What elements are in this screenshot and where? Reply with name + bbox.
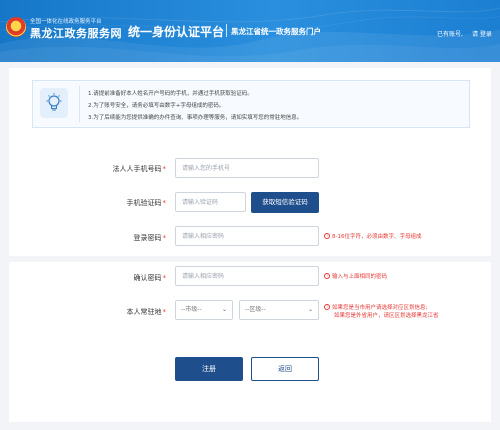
password-label: 登录密码* — [106, 233, 167, 243]
district-select[interactable]: --区级-- ⌄ — [239, 300, 319, 320]
confirm-password-input[interactable] — [175, 266, 319, 286]
required-mark: * — [162, 308, 167, 316]
chevron-down-icon: ⌄ — [221, 306, 227, 313]
city-select[interactable]: --市级-- ⌄ — [175, 300, 233, 320]
notice-line-1: 1.请提前准备好本人姓名开户号码的手机，并通过手机获取验证码。 — [88, 91, 253, 97]
warning-icon: ! — [324, 273, 330, 279]
confirm-password-label: 确认密码* — [106, 273, 167, 283]
notice-line-3: 3.为了后续能为您提供准确的办件查询、事项办理等服务，请如实填写您的常驻地信息。 — [88, 115, 303, 121]
page-title: 统一身份认证平台 — [128, 25, 225, 39]
chevron-down-icon: ⌄ — [307, 306, 313, 313]
confirm-password-label-text: 确认密码 — [133, 274, 162, 282]
lightbulb-icon — [46, 93, 62, 111]
phone-input[interactable] — [175, 158, 319, 178]
required-mark: * — [162, 274, 167, 282]
residence-label: 本人常驻地* — [106, 307, 167, 317]
password-hint: ! 8-16位字符，必须由数字、字母组成 — [324, 232, 421, 240]
site-logo-text[interactable]: 黑龙江政务服务网 — [30, 25, 122, 41]
residence-hint-line-2: 如果您是外省用户，请区区划选择黑龙江省 — [334, 313, 439, 319]
get-sms-code-button[interactable]: 获取短信验证码 — [251, 192, 319, 213]
login-link[interactable]: 请 登录 — [472, 29, 492, 38]
required-mark: * — [162, 165, 167, 173]
confirm-password-hint-text: 输入与上面相同的密码 — [332, 274, 388, 280]
password-input[interactable] — [175, 226, 319, 246]
title-divider — [226, 24, 227, 37]
city-select-value: --市级-- — [181, 306, 202, 313]
password-hint-text: 8-16位字符，必须由数字、字母组成 — [332, 234, 422, 240]
warning-icon: ! — [324, 304, 330, 310]
district-select-value: --区级-- — [245, 306, 266, 313]
notice-line-2: 2.为了账号安全，请务必填写由数字+字母组成的密码。 — [88, 103, 225, 109]
residence-label-text: 本人常驻地 — [126, 308, 162, 316]
page-subtitle: 黑龙江省统一政务服务门户 — [231, 27, 321, 36]
sms-code-input[interactable] — [175, 192, 246, 212]
back-button[interactable]: 返回 — [251, 357, 319, 381]
register-button[interactable]: 注册 — [175, 357, 243, 381]
form-card-bottom — [9, 262, 491, 422]
notice-divider — [79, 86, 80, 122]
password-label-text: 登录密码 — [133, 234, 162, 242]
phone-label-text: 法人人手机号码 — [112, 165, 162, 173]
required-mark: * — [162, 199, 167, 207]
sms-code-label: 手机验证码* — [106, 198, 167, 208]
residence-hint: ! 如果您是当市用户请选择对应区划信息; — [324, 303, 427, 311]
phone-label: 法人人手机号码* — [106, 164, 167, 174]
national-emblem-icon — [6, 17, 26, 37]
sms-code-label-text: 手机验证码 — [126, 199, 162, 207]
confirm-password-hint: ! 输入与上面相同的密码 — [324, 272, 387, 280]
account-prompt: 已有账号, — [437, 31, 463, 38]
warning-icon: ! — [324, 233, 330, 239]
required-mark: * — [162, 234, 167, 242]
org-subtitle: 全国一体化在线政务服务平台 — [30, 19, 102, 25]
